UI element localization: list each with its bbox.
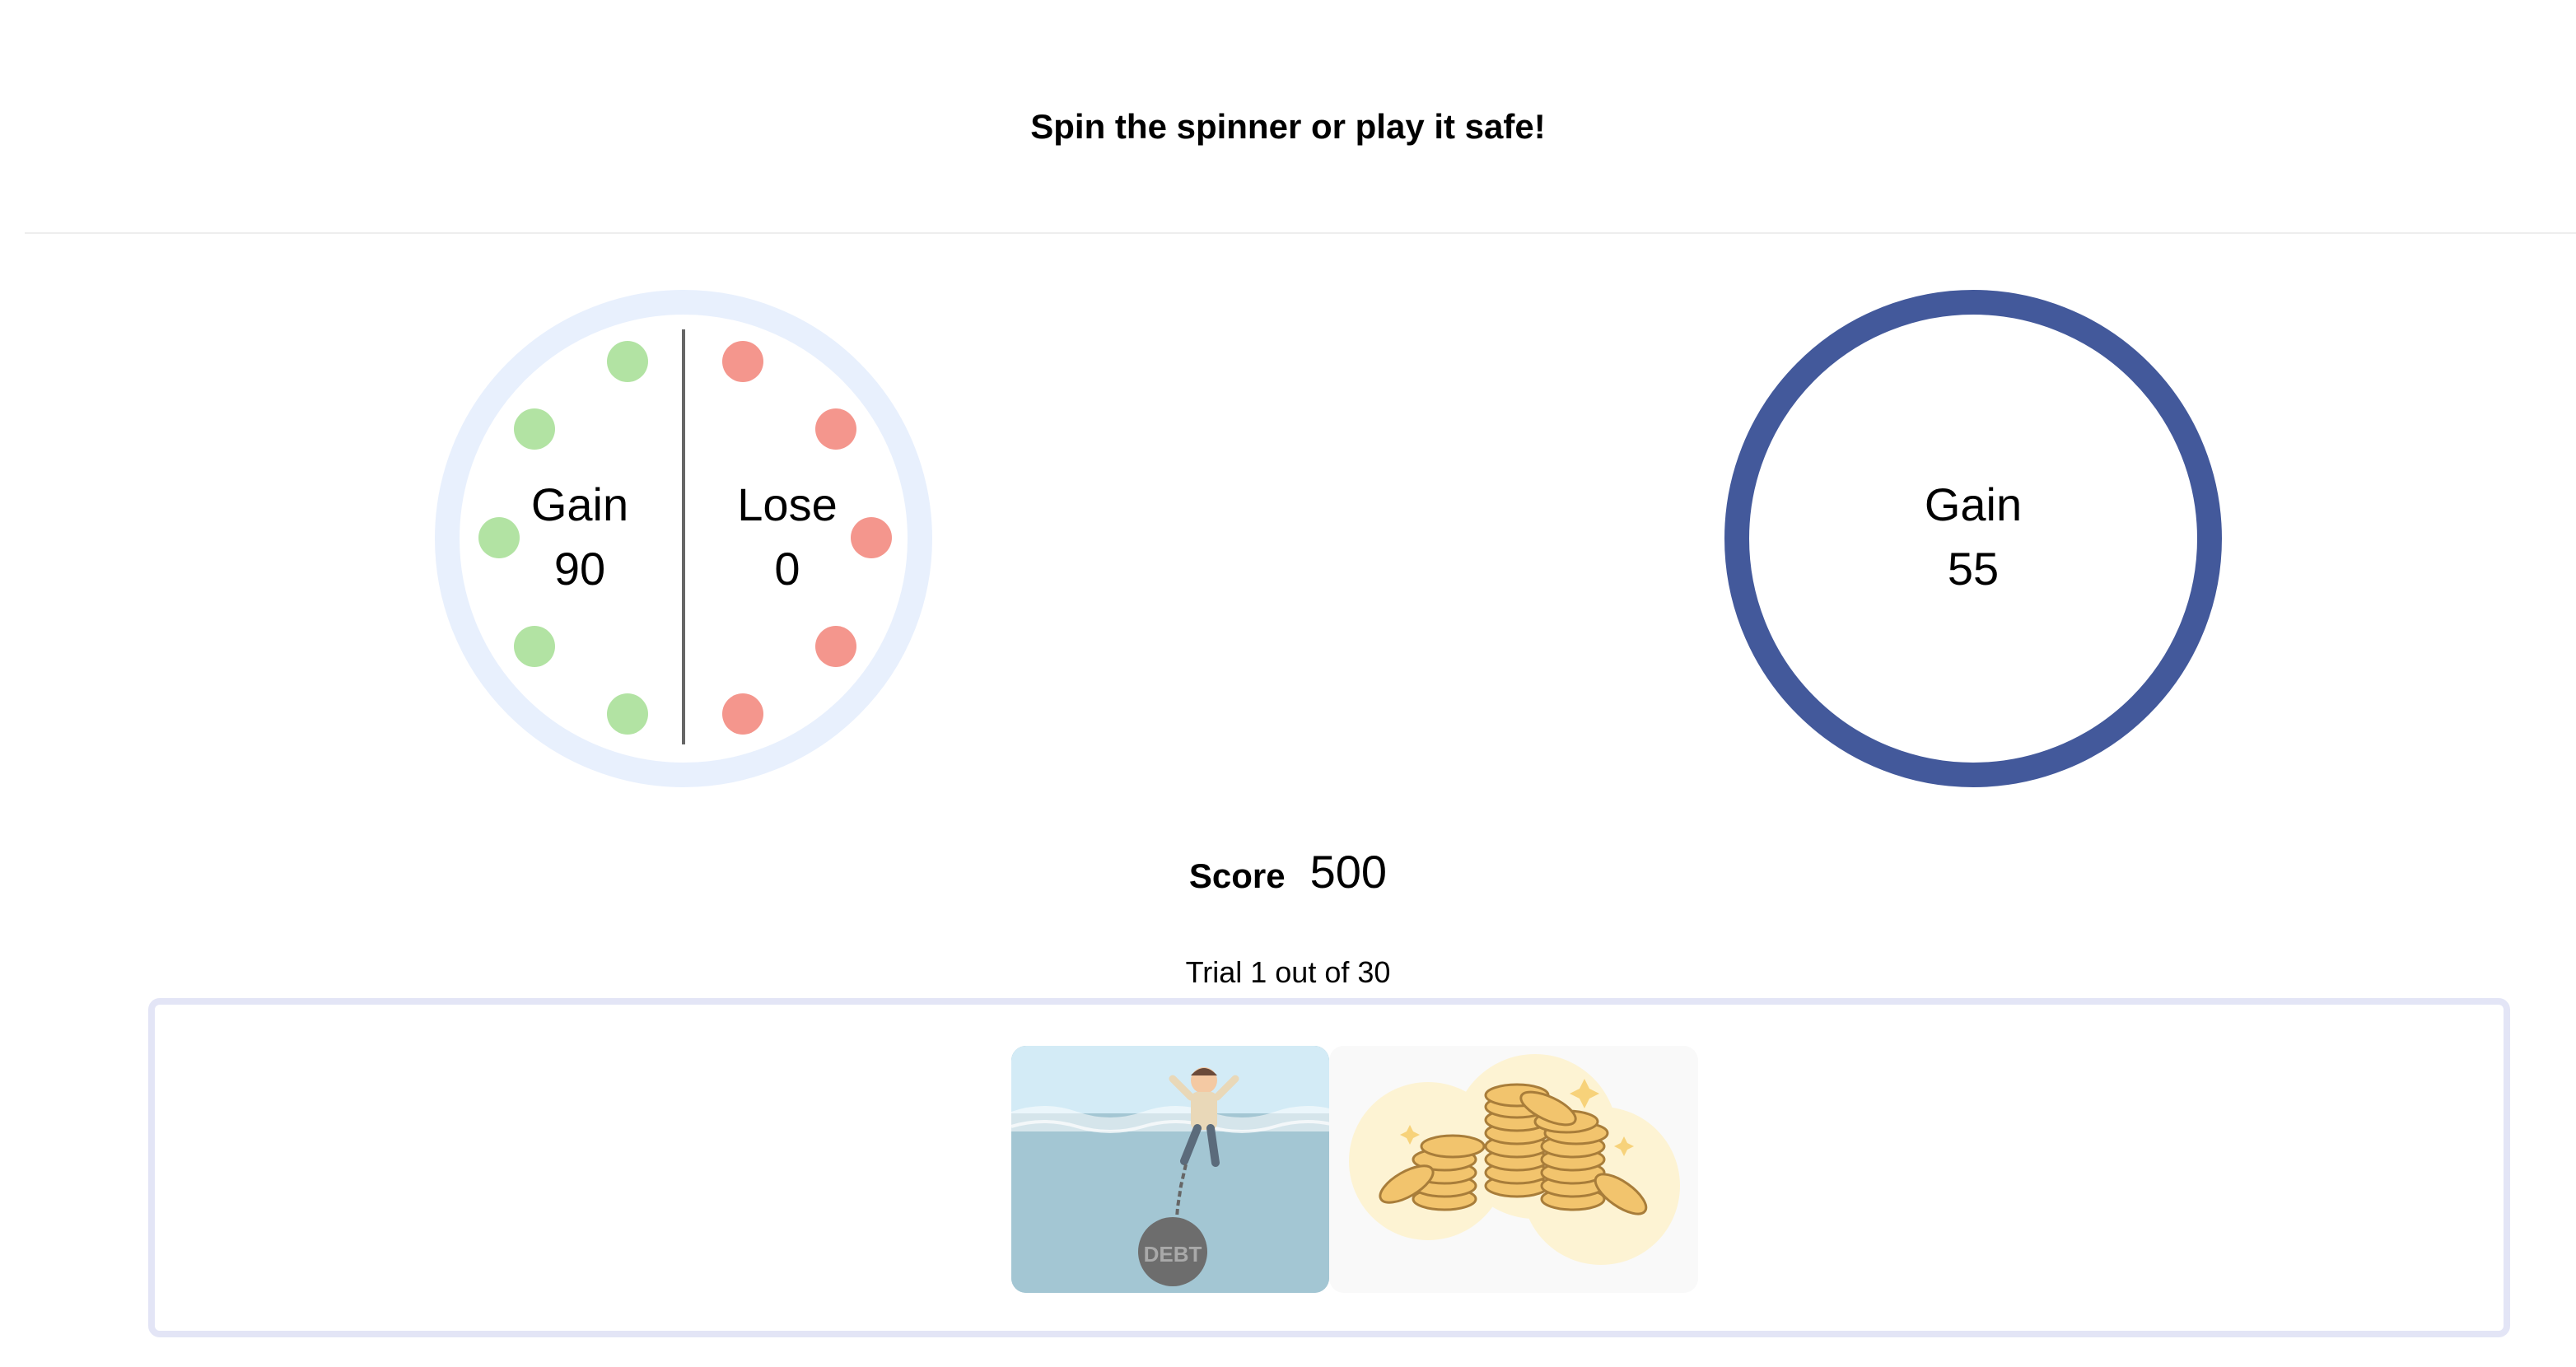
lose-dot (815, 408, 856, 450)
lose-label: Lose (737, 478, 838, 530)
gain-dot (514, 626, 555, 667)
score-display: Score 500 (0, 845, 2576, 898)
gold-coins-image (1329, 1046, 1698, 1293)
gain-dot (514, 408, 555, 450)
debt-drowning-illustration-icon: DEBT (1011, 1046, 1329, 1293)
gain-dot (607, 693, 648, 735)
debt-drowning-image: DEBT (1011, 1046, 1329, 1293)
safe-value: 55 (1947, 543, 2000, 595)
debt-text: DEBT (1144, 1242, 1202, 1267)
lose-value: 0 (774, 543, 800, 595)
gain-dot (607, 341, 648, 382)
score-value: 500 (1309, 846, 1388, 898)
safe-option-text: Gain 55 (1891, 473, 2056, 601)
safe-label: Gain (1924, 478, 2023, 530)
lose-dot (815, 626, 856, 667)
lose-segment: Lose 0 (697, 473, 878, 601)
lose-dot (722, 341, 763, 382)
lose-dot (722, 693, 763, 735)
gain-value: 90 (553, 543, 606, 595)
spinner-divider-line (682, 329, 685, 744)
gold-coins-illustration-icon (1329, 1046, 1698, 1293)
page-title: Spin the spinner or play it safe! (1030, 107, 1546, 146)
trial-counter: Trial 1 out of 30 (1185, 955, 1391, 989)
header-divider (25, 232, 2576, 234)
score-label: Score (1188, 856, 1286, 895)
gain-segment: Gain 90 (489, 473, 670, 601)
gain-label: Gain (530, 478, 629, 530)
